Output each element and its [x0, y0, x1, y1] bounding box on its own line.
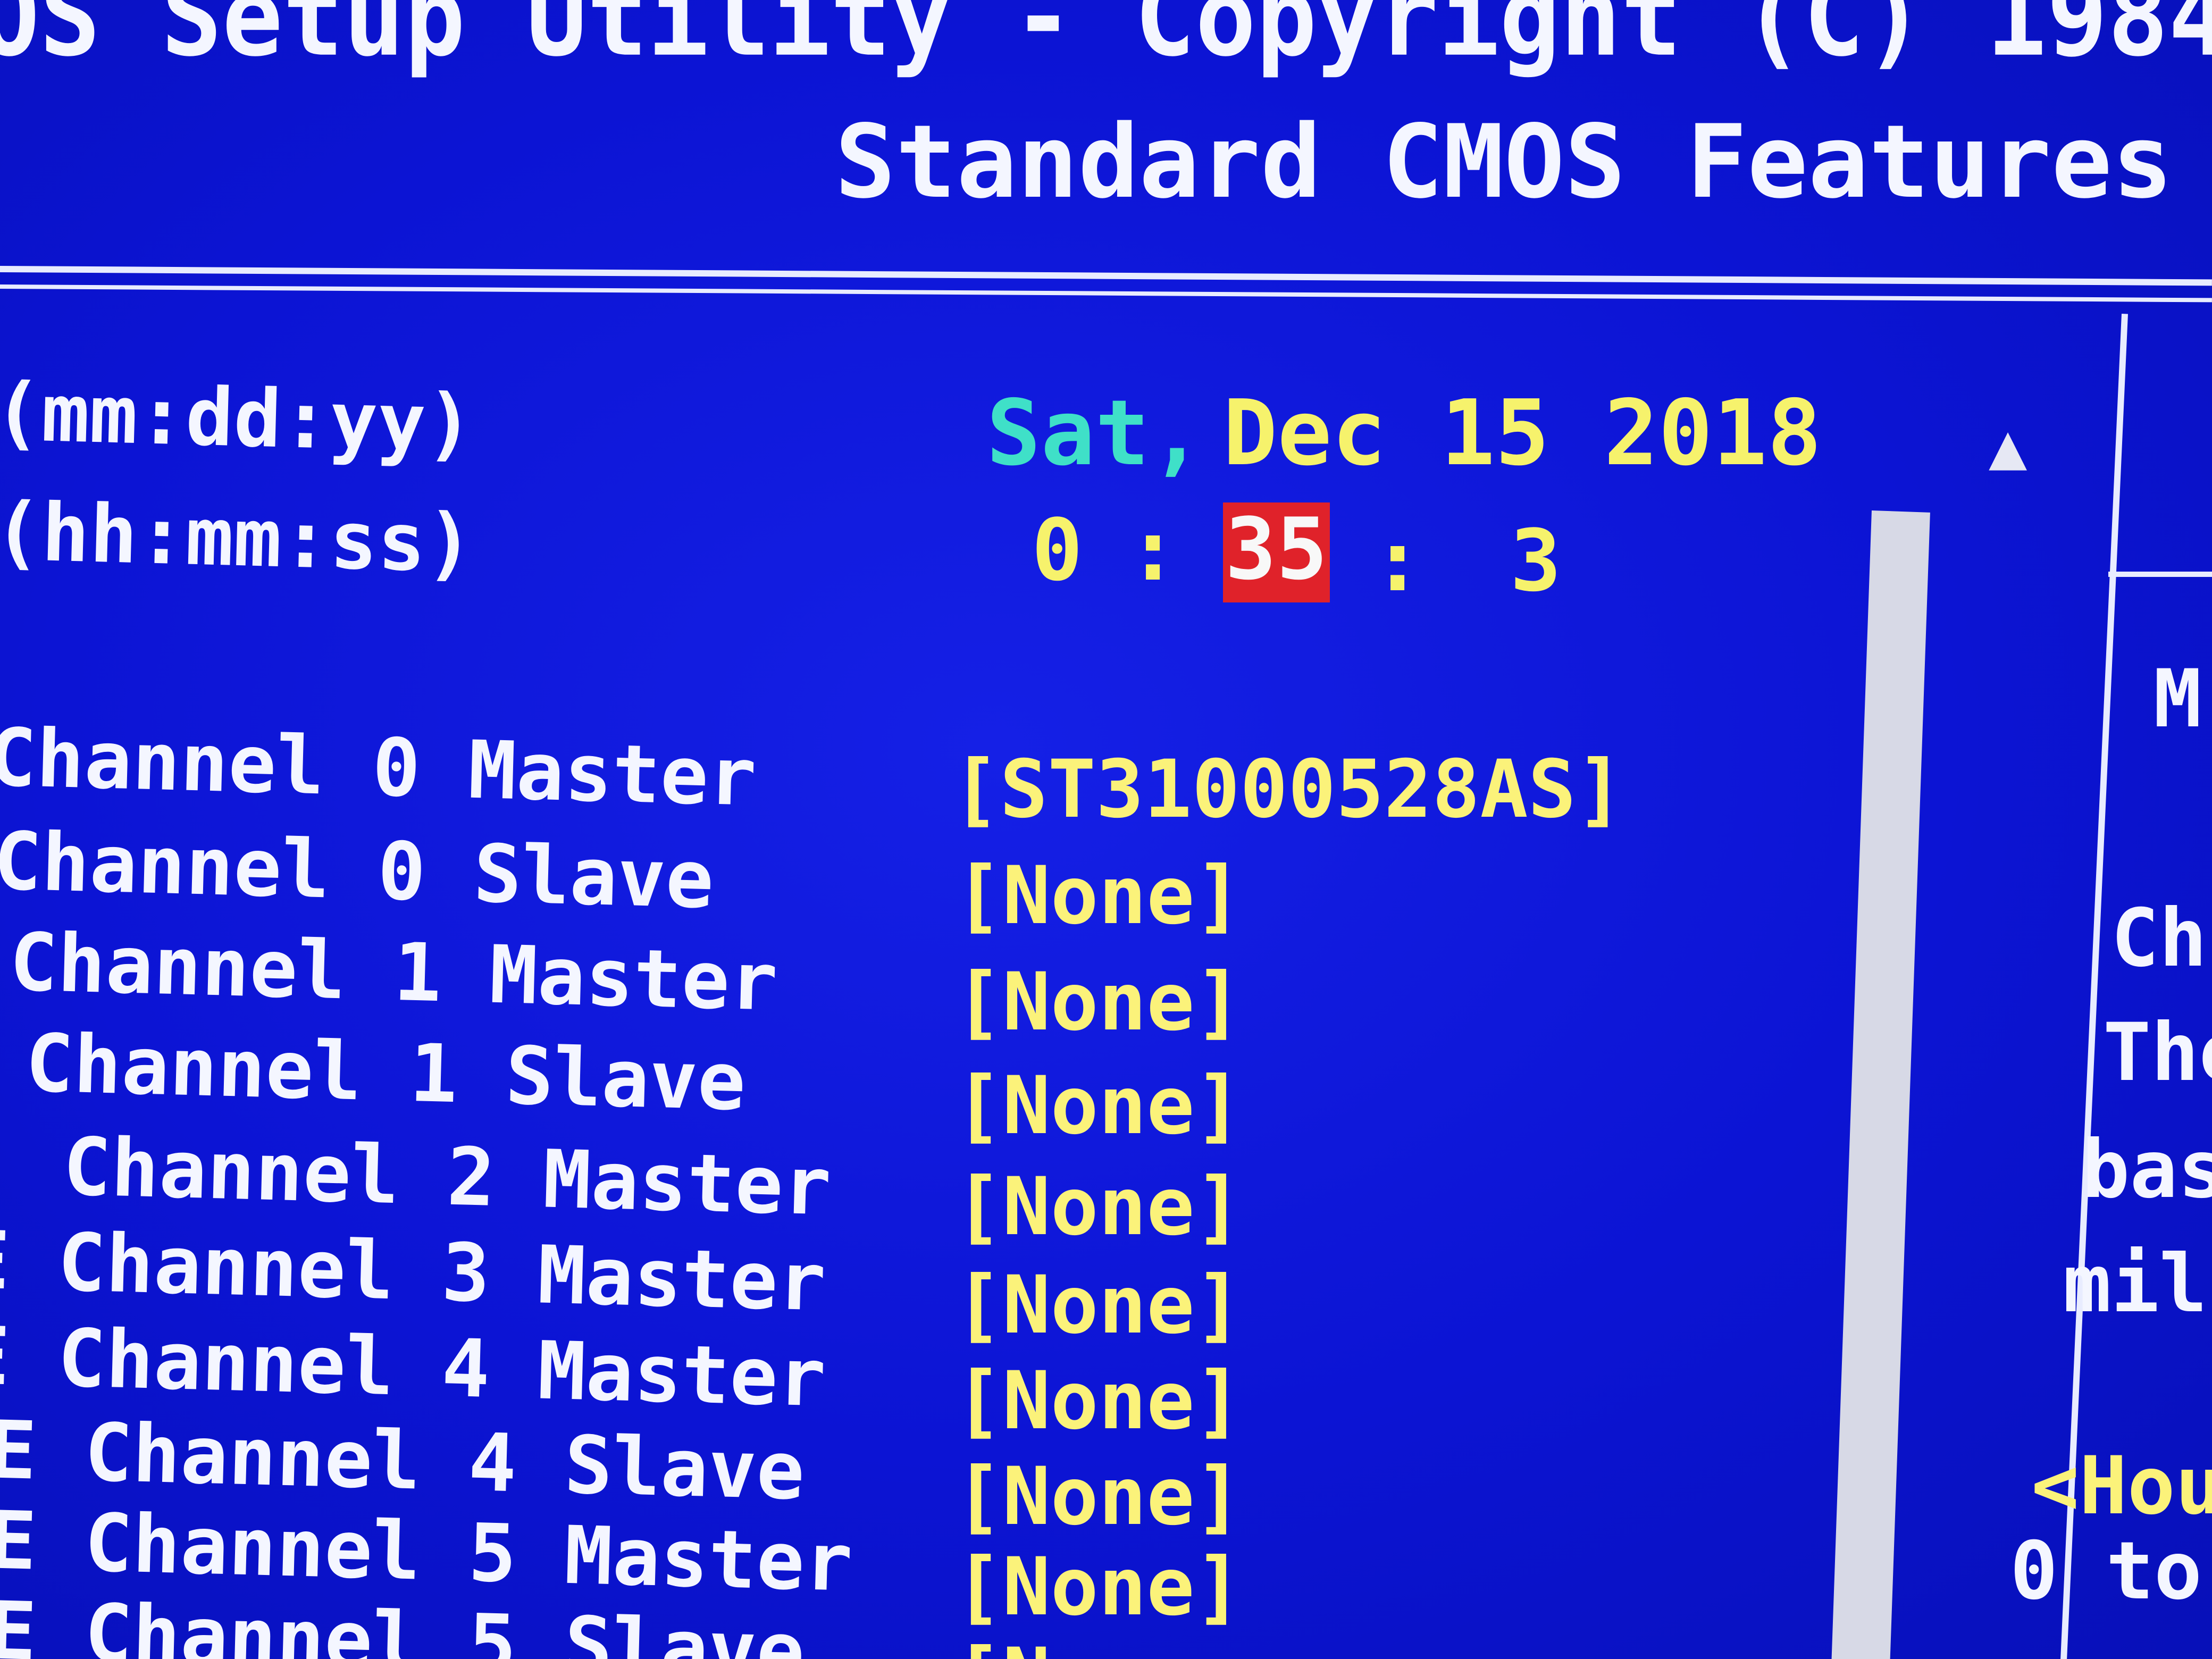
- date-value[interactable]: Dec 15 2018: [1223, 388, 1822, 479]
- help-heading: M: [2154, 653, 2202, 745]
- drive-label: Channel 1 Master: [8, 916, 779, 1029]
- time-hours[interactable]: 0: [1032, 508, 1083, 593]
- drive-value[interactable]: [None]: [954, 962, 1243, 1042]
- drive-value[interactable]: [ST31000528AS]: [952, 750, 1624, 830]
- help-panel-separator: [2108, 572, 2212, 577]
- scroll-up-arrow-icon[interactable]: ▲: [1989, 415, 2027, 479]
- drive-value[interactable]: [None]: [954, 1547, 1243, 1627]
- drive-label: Channel 0 Slave: [0, 815, 715, 927]
- drive-label: Channel 1 Slave: [24, 1017, 747, 1129]
- help-key-hint: <Hou: [2031, 1440, 2212, 1532]
- drive-value[interactable]: [None]: [954, 1266, 1243, 1345]
- time-separator: :: [1127, 500, 1179, 600]
- drive-label: DE Channel 5 Master: [0, 1493, 854, 1610]
- scrollbar[interactable]: [1831, 510, 1930, 1659]
- drive-label: . Channel 2 Master: [0, 1118, 833, 1234]
- help-text-line: mil: [2063, 1238, 2207, 1330]
- window-title: OS Setup Utility - Copyright (C) 1984-20…: [0, 0, 2212, 81]
- help-text-line: Ch: [2111, 892, 2207, 985]
- help-text-line: bas: [2082, 1124, 2212, 1216]
- time-seconds[interactable]: 3: [1510, 518, 1561, 604]
- drive-value[interactable]: [None]: [954, 1457, 1243, 1537]
- day-of-week[interactable]: Sat,: [986, 388, 1204, 479]
- help-text-line: The: [2103, 1007, 2212, 1099]
- help-range-hint: 0 to: [2010, 1525, 2202, 1618]
- date-label: (mm:dd:yy): [0, 366, 475, 471]
- drive-value[interactable]: [None]: [954, 1066, 1243, 1146]
- time-separator: :: [1372, 511, 1423, 610]
- drive-label: Channel 0 Master: [0, 711, 758, 824]
- time-label: (hh:mm:ss): [0, 485, 475, 591]
- time-minutes-selected[interactable]: 35: [1223, 502, 1330, 602]
- drive-value[interactable]: [None]: [954, 1361, 1243, 1441]
- header-divider-top: [0, 266, 2212, 286]
- bios-screen: OS Setup Utility - Copyright (C) 1984-20…: [0, 0, 2212, 1659]
- drive-label: E Channel 3 Master: [0, 1214, 827, 1329]
- header-divider-bottom: [0, 284, 2212, 303]
- page-title: Standard CMOS Features: [835, 103, 2173, 221]
- drive-value[interactable]: [None]: [954, 1167, 1243, 1247]
- drive-label: DE Channel 4 Slave: [0, 1403, 806, 1518]
- drive-value[interactable]: [N: [954, 1638, 1051, 1659]
- drive-label: E Channel 4 Master: [0, 1310, 827, 1425]
- drive-value[interactable]: [None]: [954, 856, 1243, 936]
